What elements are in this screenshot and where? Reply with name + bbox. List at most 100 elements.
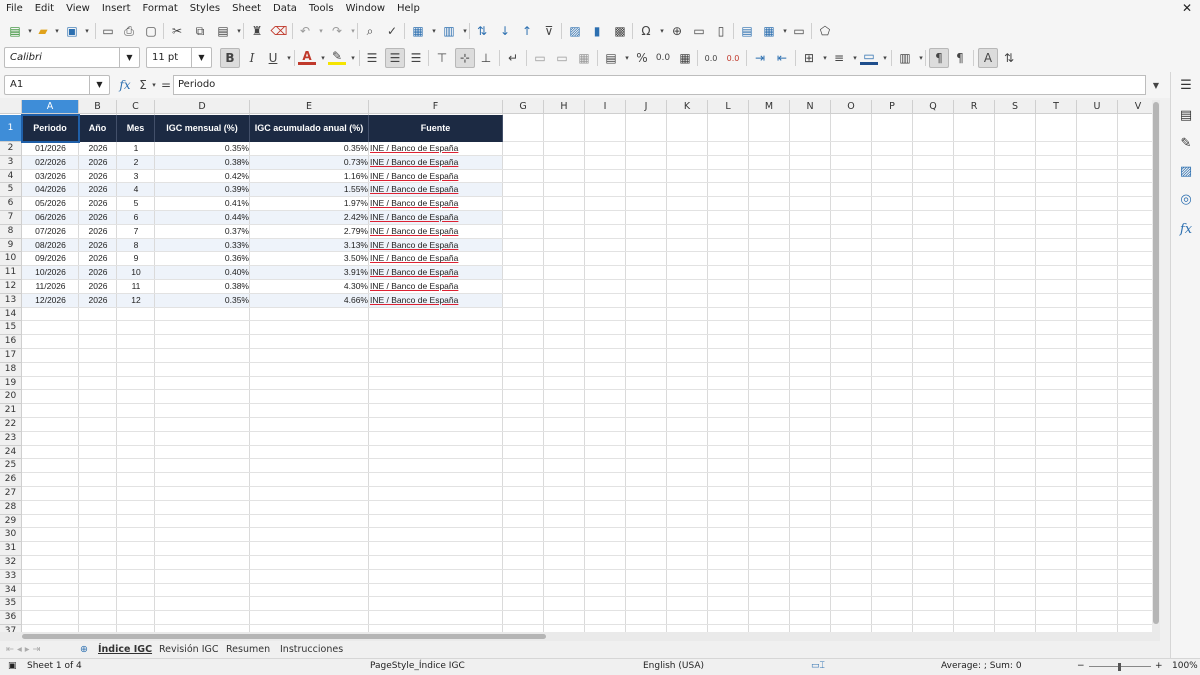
print-icon[interactable]: ⎙: [120, 22, 138, 40]
text-vertical-icon[interactable]: ⇅: [1000, 49, 1018, 67]
table-cell[interactable]: 1: [117, 142, 155, 156]
menu-edit[interactable]: Edit: [29, 0, 60, 17]
spelling-icon[interactable]: ✓: [383, 22, 401, 40]
table-cell[interactable]: INE / Banco de España: [369, 142, 503, 156]
table-cell[interactable]: 0.33%: [155, 239, 250, 253]
border-color-icon[interactable]: ▭: [860, 49, 878, 65]
underline-button[interactable]: U: [264, 49, 282, 67]
header-footer-icon[interactable]: ▯: [712, 22, 730, 40]
sort-descending-icon[interactable]: ↑: [518, 22, 536, 40]
column-header-k[interactable]: K: [667, 100, 708, 114]
paste-icon[interactable]: ▤: [214, 22, 232, 40]
table-cell[interactable]: 0.40%: [155, 266, 250, 280]
table-cell[interactable]: 07/2026: [22, 225, 79, 239]
column-header-b[interactable]: B: [79, 100, 117, 114]
row-header-29[interactable]: 29: [0, 514, 22, 529]
styles-icon[interactable]: ✎: [1177, 136, 1195, 154]
row-header-34[interactable]: 34: [0, 583, 22, 598]
table-cell[interactable]: 05/2026: [22, 197, 79, 211]
row-header-7[interactable]: 7: [0, 211, 22, 225]
table-cell[interactable]: 2026: [79, 142, 117, 156]
row-header-32[interactable]: 32: [0, 556, 22, 570]
row-header-37[interactable]: 37: [0, 625, 22, 632]
autofilter-icon[interactable]: ⊽: [540, 22, 558, 40]
column-header-q[interactable]: Q: [913, 100, 954, 114]
row-header-14[interactable]: 14: [0, 307, 22, 322]
column-header-e[interactable]: E: [250, 100, 369, 114]
row-header-2[interactable]: 2: [0, 142, 22, 156]
select-all-corner[interactable]: [0, 100, 22, 114]
table-cell[interactable]: 5: [117, 197, 155, 211]
selection-mode-icon[interactable]: ▭⌶: [811, 661, 825, 671]
column-header-s[interactable]: S: [995, 100, 1036, 114]
table-cell[interactable]: 8: [117, 239, 155, 253]
add-decimal-button[interactable]: 0.0: [702, 49, 720, 67]
properties-icon[interactable]: ▤: [1177, 108, 1195, 126]
table-header-cell[interactable]: Mes: [117, 115, 155, 142]
table-cell[interactable]: 9: [117, 252, 155, 266]
row-header-5[interactable]: 5: [0, 183, 22, 198]
table-cell[interactable]: 2026: [79, 225, 117, 239]
row-header-8[interactable]: 8: [0, 224, 22, 239]
percent-format-button[interactable]: %: [633, 49, 651, 67]
align-bottom-icon[interactable]: ⊥: [477, 49, 495, 67]
menu-format[interactable]: Format: [137, 0, 184, 17]
table-cell[interactable]: 0.44%: [155, 211, 250, 225]
menu-view[interactable]: View: [60, 0, 96, 17]
function-wizard-icon[interactable]: fx: [116, 76, 134, 94]
column-header-o[interactable]: O: [831, 100, 872, 114]
align-left-icon[interactable]: ☰: [363, 49, 381, 67]
row-header-24[interactable]: 24: [0, 445, 22, 460]
column-header-p[interactable]: P: [872, 100, 913, 114]
row-header-33[interactable]: 33: [0, 569, 22, 584]
menu-data[interactable]: Data: [267, 0, 303, 17]
vertical-scrollbar[interactable]: [1152, 100, 1160, 632]
sort-ascending-icon[interactable]: ↓: [496, 22, 514, 40]
table-cell[interactable]: 08/2026: [22, 239, 79, 253]
chevron-down-icon[interactable]: ▾: [346, 49, 360, 67]
chevron-down-icon[interactable]: ▼: [89, 76, 109, 94]
row-header-26[interactable]: 26: [0, 473, 22, 487]
table-cell[interactable]: 2026: [79, 211, 117, 225]
table-cell[interactable]: 11: [117, 280, 155, 294]
row-header-35[interactable]: 35: [0, 597, 22, 612]
row-header-18[interactable]: 18: [0, 362, 22, 377]
column-header-u[interactable]: U: [1077, 100, 1118, 114]
font-size-box[interactable]: 11 pt ▼: [146, 47, 212, 68]
table-cell[interactable]: 04/2026: [22, 183, 79, 197]
table-header-cell[interactable]: IGC mensual (%): [155, 115, 250, 142]
center-vertically-icon[interactable]: ⊹: [455, 48, 475, 68]
table-cell[interactable]: 7: [117, 225, 155, 239]
functions-icon[interactable]: fx: [1177, 222, 1195, 240]
table-cell[interactable]: 12: [117, 294, 155, 308]
row-header-4[interactable]: 4: [0, 169, 22, 184]
add-sheet-icon[interactable]: ⊕: [80, 641, 88, 658]
table-cell[interactable]: INE / Banco de España: [369, 225, 503, 239]
table-cell[interactable]: 10: [117, 266, 155, 280]
chevron-down-icon[interactable]: ▾: [878, 49, 892, 67]
column-header-a[interactable]: A: [22, 100, 79, 114]
conditional-format-icon[interactable]: ▥: [896, 49, 914, 67]
formula-input[interactable]: Periodo: [173, 75, 1146, 95]
row-icon[interactable]: ▦: [409, 22, 427, 40]
row-header-6[interactable]: 6: [0, 197, 22, 211]
table-cell[interactable]: 0.37%: [155, 225, 250, 239]
comment-icon[interactable]: ▭: [690, 22, 708, 40]
table-cell[interactable]: 1.16%: [250, 170, 369, 184]
sidebar-menu-icon[interactable]: ☰: [1177, 78, 1195, 96]
table-cell[interactable]: 2026: [79, 239, 117, 253]
chevron-down-icon[interactable]: ▼: [119, 48, 139, 67]
increase-indent-icon[interactable]: ⇥: [751, 49, 769, 67]
zoom-out-icon[interactable]: −: [1077, 661, 1085, 671]
decrease-indent-icon[interactable]: ⇤: [773, 49, 791, 67]
redo-icon[interactable]: ↷: [328, 22, 346, 40]
right-to-left-icon[interactable]: ¶: [951, 49, 969, 67]
chevron-down-icon[interactable]: ▾: [50, 22, 64, 40]
name-box[interactable]: A1 ▼: [4, 75, 110, 95]
table-cell[interactable]: 0.35%: [250, 142, 369, 156]
new-document-icon[interactable]: ▤: [6, 22, 24, 40]
chevron-down-icon[interactable]: ▾: [620, 49, 634, 67]
show-draw-functions-icon[interactable]: ⬠: [816, 22, 834, 40]
table-cell[interactable]: 03/2026: [22, 170, 79, 184]
table-cell[interactable]: INE / Banco de España: [369, 239, 503, 253]
